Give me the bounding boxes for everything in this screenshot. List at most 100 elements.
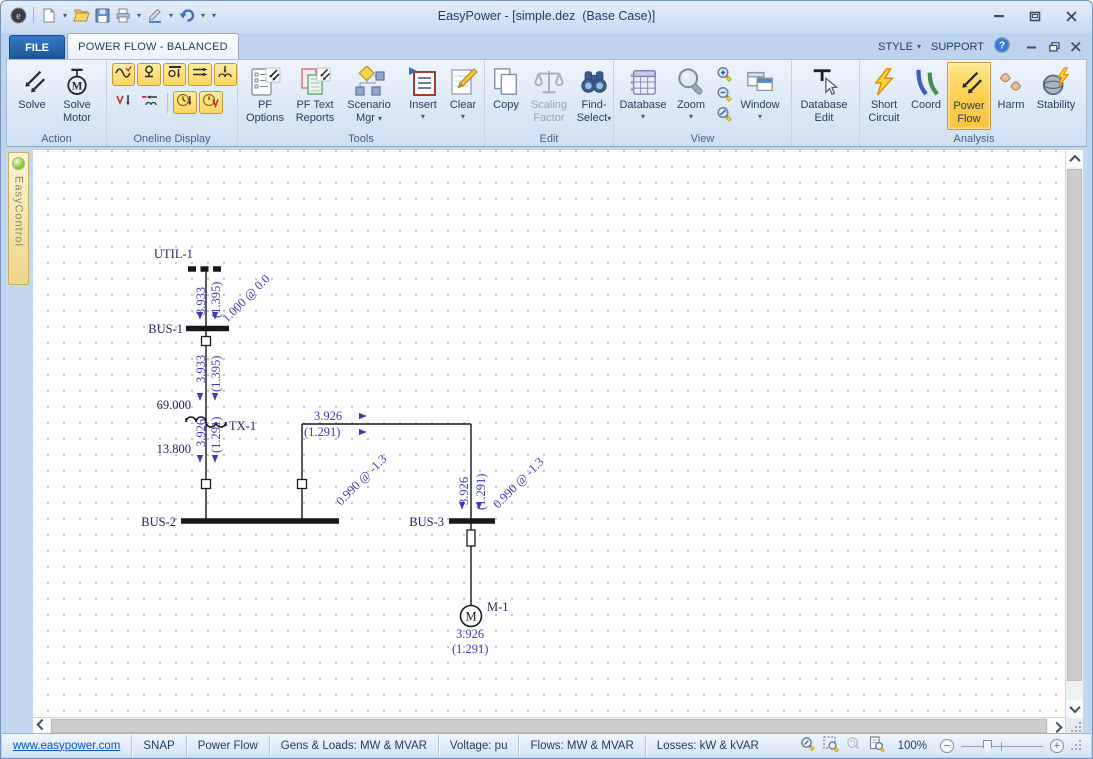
stability-button[interactable]: Stability	[1031, 62, 1081, 130]
tx1-label[interactable]: TX-1	[229, 419, 256, 433]
ribbon-group-oneline-display: Oneline Display	[107, 60, 238, 146]
tab-power-flow-balanced[interactable]: POWER FLOW - BALANCED	[67, 33, 239, 59]
vertical-scrollbar[interactable]	[1066, 150, 1083, 718]
find-select-caret: ▾	[607, 113, 612, 123]
bus2-voltage: 0.990 @ -1.3	[333, 452, 389, 508]
help-icon[interactable]: ?	[994, 37, 1010, 56]
coord-icon	[911, 64, 941, 99]
style-dropdown-caret[interactable]: ▾	[917, 42, 921, 51]
stability-label: Stability	[1036, 99, 1076, 111]
bus1-voltage: 1.000 @ 0.0	[219, 272, 272, 325]
show-voltage-toggle[interactable]	[199, 91, 223, 114]
zoom-slider-plus-button[interactable]: +	[1050, 738, 1064, 753]
zoom-slider-thumb[interactable]	[983, 739, 992, 753]
power-flow-button[interactable]: Power Flow	[947, 62, 991, 130]
easycontrol-panel-tab[interactable]: EasyControl	[8, 152, 29, 285]
show-pf-flows-toggle[interactable]	[112, 63, 136, 86]
show-voltage-drop-toggle[interactable]	[112, 91, 136, 114]
ribbon-tab-row: FILE POWER FLOW - BALANCED STYLE ▾ SUPPO…	[1, 33, 1092, 59]
mdi-window-controls	[1026, 41, 1082, 52]
style-menu[interactable]: STYLE	[878, 41, 913, 53]
restore-button[interactable]	[1028, 10, 1042, 22]
stability-icon	[1041, 64, 1071, 99]
copy-button[interactable]: Copy	[488, 62, 524, 130]
zoom-window-status-icon[interactable]	[822, 736, 839, 755]
oneline-canvas[interactable]: M UTIL-1 BUS-1 TX-1 BUS-2 BUS-3 M-1 69.0…	[33, 150, 1065, 717]
flow-units-indicator[interactable]: Flows: MW & MVAR	[519, 734, 646, 757]
horizontal-scroll-thumb[interactable]	[51, 719, 1047, 733]
zoom-extents-status-icon[interactable]	[800, 736, 816, 755]
pf-text-reports-button[interactable]: PF Text Reports	[289, 62, 341, 130]
tx1-out-mvar: (1.291)	[209, 417, 223, 453]
pf-options-button[interactable]: PF Options	[241, 62, 289, 130]
close-button[interactable]	[1064, 10, 1078, 22]
database-button[interactable]: Database ▾	[617, 62, 669, 130]
show-motor-load-toggle[interactable]	[162, 63, 187, 86]
scroll-down-button[interactable]	[1066, 700, 1083, 718]
mdi-minimize-button[interactable]	[1026, 42, 1038, 52]
tabrow-right-menu: STYLE ▾ SUPPORT ?	[878, 37, 1082, 56]
zoom-caret: ▾	[688, 111, 693, 121]
database-edit-button[interactable]: Database Edit	[795, 62, 853, 130]
horizontal-scrollbar[interactable]	[33, 718, 1065, 734]
voltage-units-indicator[interactable]: Voltage: pu	[439, 734, 520, 757]
solve-motor-icon: M	[62, 64, 92, 99]
insert-button[interactable]: Insert ▾	[403, 62, 443, 130]
show-shunt-flows-toggle[interactable]	[213, 63, 238, 86]
zoom-extents-button[interactable]	[715, 105, 734, 124]
zoom-selection-status-icon[interactable]	[869, 736, 885, 755]
zoom-in-button[interactable]	[715, 65, 734, 84]
support-menu[interactable]: SUPPORT	[931, 41, 984, 53]
analysis-group-label: Analysis	[953, 133, 995, 145]
loss-units-indicator[interactable]: Losses: kW & kVAR	[646, 735, 770, 757]
shunt-flow-icon	[216, 65, 234, 84]
fuse-m1[interactable]	[466, 529, 476, 547]
zoom-button[interactable]: Zoom ▾	[669, 62, 713, 130]
m1-label[interactable]: M-1	[487, 600, 509, 614]
snap-toggle[interactable]: SNAP	[132, 734, 187, 757]
session-mode-indicator[interactable]: Power Flow	[187, 734, 270, 757]
find-select-button[interactable]: Find-Select▾	[574, 62, 614, 130]
gens-loads-units-indicator[interactable]: Gens & Loads: MW & MVAR	[270, 734, 439, 757]
charging-flow-icon	[176, 93, 194, 113]
show-charging-toggle[interactable]	[173, 91, 197, 114]
util1-label[interactable]: UTIL-1	[154, 247, 193, 261]
solve-motor-button[interactable]: M Solve Motor	[54, 62, 100, 130]
bus3-label[interactable]: BUS-3	[409, 515, 444, 529]
harm-button[interactable]: Harm	[991, 62, 1031, 130]
scroll-up-button[interactable]	[1066, 150, 1083, 168]
resize-grip[interactable]	[1071, 722, 1081, 732]
tx1-primary-kv: 69.000	[157, 398, 191, 412]
window-button[interactable]: Window ▾	[735, 62, 785, 130]
breaker-tx1-bus2[interactable]	[200, 478, 212, 490]
solve-button[interactable]: Solve	[10, 62, 54, 130]
zoom-out-button[interactable]	[715, 85, 734, 104]
show-losses-toggle[interactable]	[138, 91, 162, 114]
ribbon: Solve M Solve Motor Action Oneline Displ…	[6, 59, 1087, 147]
zoom-percent-value[interactable]: 100%	[898, 740, 927, 752]
scroll-left-button[interactable]	[33, 718, 50, 734]
minimize-button[interactable]	[992, 10, 1006, 22]
statusbar-resize-grip[interactable]	[1069, 738, 1081, 750]
show-branch-flows-toggle[interactable]	[188, 63, 212, 86]
scroll-right-button[interactable]	[1048, 718, 1065, 734]
scenario-mgr-button[interactable]: Scenario Mgr ▾	[341, 62, 397, 130]
window-label: Window	[740, 99, 780, 111]
scaling-factor-button: Scaling Factor	[524, 62, 574, 130]
coord-button[interactable]: Coord	[905, 62, 947, 130]
show-utility-toggle[interactable]	[137, 63, 161, 86]
clear-button[interactable]: Clear ▾	[443, 62, 483, 130]
zoom-slider[interactable]	[961, 739, 1043, 753]
chevron-right-icon	[1050, 721, 1063, 734]
bus2-label[interactable]: BUS-2	[141, 515, 176, 529]
bus1-label[interactable]: BUS-1	[148, 322, 183, 336]
zoom-slider-minus-button[interactable]: −	[940, 738, 954, 753]
easypower-website-link[interactable]: www.easypower.com	[13, 740, 120, 752]
mdi-restore-button[interactable]	[1048, 41, 1060, 52]
short-circuit-button[interactable]: Short Circuit	[863, 62, 905, 130]
breaker-bus1[interactable]	[200, 335, 212, 347]
mdi-close-button[interactable]	[1070, 41, 1082, 52]
vertical-scroll-thumb[interactable]	[1067, 169, 1082, 681]
tab-file[interactable]: FILE	[9, 35, 65, 59]
breaker-feeder[interactable]	[296, 478, 308, 490]
